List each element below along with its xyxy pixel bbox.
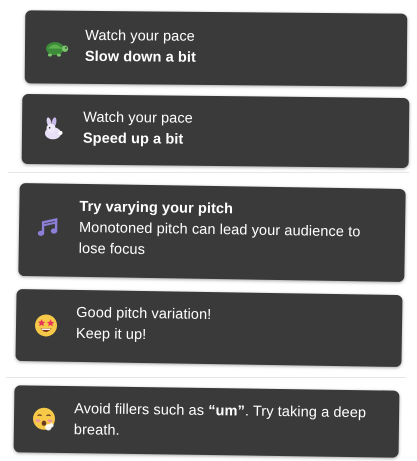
notification-message: Slow down a bit: [84, 48, 197, 66]
divider: [8, 172, 409, 173]
notification-text: Watch your pace Slow down a bit: [85, 26, 196, 69]
notification-message-line: Good pitch variation!: [76, 304, 212, 324]
notification-title: Watch your pace: [83, 109, 193, 127]
notification-text: Watch your pace Speed up a bit: [83, 108, 193, 151]
coaching-notifications: { "notifications": [ { "icon": "turtle-i…: [0, 0, 417, 461]
notification-message-line: lose focus: [78, 240, 146, 258]
notification-message-line: Keep it up!: [75, 325, 147, 344]
notification-text: Good pitch variation! Keep it up!: [76, 303, 212, 347]
turtle-icon: [43, 34, 69, 60]
pace-fast-notification: Watch your pace Speed up a bit: [21, 93, 410, 169]
rabbit-icon: [40, 116, 66, 142]
pitch-vary-notification: Try varying your pitch Monotoned pitch c…: [18, 182, 406, 283]
message-suffix: . Try taking a deep: [244, 403, 367, 422]
music-notes-icon: [36, 214, 62, 240]
fillers-notification: Avoid fillers such as “um”. Try taking a…: [13, 385, 400, 458]
filler-word: “um”: [208, 403, 246, 420]
notification-text: Avoid fillers such as “um”. Try taking a…: [74, 399, 367, 445]
notification-text: Try varying your pitch Monotoned pitch c…: [79, 197, 361, 264]
pace-slow-notification: Watch your pace Slow down a bit: [24, 10, 408, 87]
notification-message-line: breath.: [73, 422, 120, 439]
notification-message: Speed up a bit: [82, 130, 184, 148]
message-prefix: Avoid fillers such as: [74, 401, 209, 420]
fainting-face-icon: [31, 406, 57, 432]
divider: [6, 377, 406, 378]
pitch-good-notification: Good pitch variation! Keep it up!: [15, 288, 403, 368]
star-struck-face-icon: [33, 312, 59, 338]
notification-title: Watch your pace: [85, 27, 195, 45]
